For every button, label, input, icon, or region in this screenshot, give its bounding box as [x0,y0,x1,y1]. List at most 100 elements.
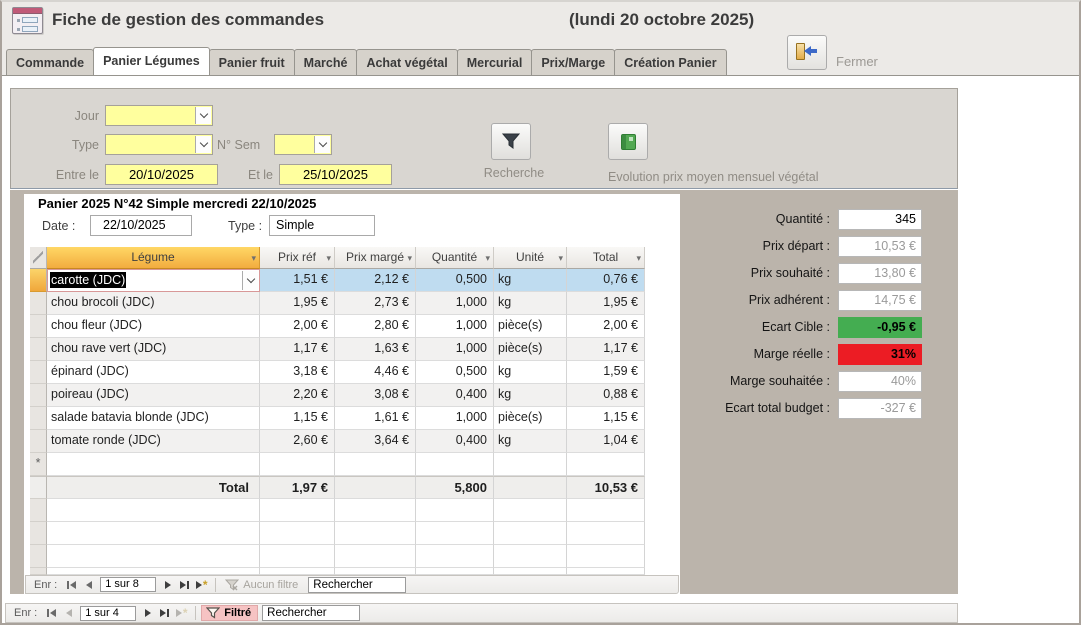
evolution-prix-button[interactable] [608,123,648,160]
date-field[interactable]: 22/10/2025 [90,215,192,236]
cell-legume[interactable]: tomate ronde (JDC) [47,430,260,453]
recherche-button[interactable] [491,123,531,160]
form-search-input[interactable]: Rechercher [262,605,360,621]
cell-prix-ref[interactable]: 2,00 € [260,315,335,338]
num-semaine-combobox[interactable] [274,134,332,155]
row-selector[interactable] [30,407,47,430]
datasheet-corner-cell[interactable] [30,247,47,269]
cell-prix-marge[interactable]: 2,12 € [335,269,416,292]
row-selector[interactable] [30,338,47,361]
tab-panier-legumes[interactable]: Panier Légumes [93,47,210,76]
record-position[interactable]: 1 sur 4 [80,606,136,621]
cell-legume[interactable]: chou fleur (JDC) [47,315,260,338]
cell-quantite[interactable]: 1,000 [416,407,494,430]
table-row-selected[interactable]: carotte (JDC) 1,51 € 2,12 € 0,500 kg 0,7… [30,269,646,292]
sort-arrow-icon[interactable]: ▾ [251,248,256,268]
column-header-prix-marge[interactable]: Prix margé▾ [335,247,416,269]
cell-prix-ref[interactable]: 2,20 € [260,384,335,407]
sort-arrow-icon[interactable]: ▾ [485,248,490,268]
sort-arrow-icon[interactable]: ▾ [326,248,331,268]
tab-panier-fruit[interactable]: Panier fruit [209,49,295,76]
cell-prix-marge[interactable]: 2,80 € [335,315,416,338]
cell-unite[interactable]: kg [494,430,567,453]
cell-prix-marge[interactable]: 1,61 € [335,407,416,430]
table-row[interactable]: chou fleur (JDC) 2,00 € 2,80 € 1,000 piè… [30,315,646,338]
cell-unite[interactable]: kg [494,269,567,292]
chevron-down-icon[interactable] [195,107,211,124]
row-selector[interactable] [30,361,47,384]
cell-quantite[interactable]: 1,000 [416,315,494,338]
row-selector[interactable] [30,315,47,338]
cell-legume[interactable]: chou rave vert (JDC) [47,338,260,361]
tab-marche[interactable]: Marché [294,49,358,76]
row-selector[interactable] [30,430,47,453]
cell-unite[interactable]: kg [494,361,567,384]
cell-prix-ref[interactable]: 3,18 € [260,361,335,384]
subform-search-input[interactable]: Rechercher [308,577,406,593]
cell-prix-ref[interactable]: 1,17 € [260,338,335,361]
next-record-button[interactable] [159,578,176,592]
filtered-toggle[interactable]: Filtré [201,605,258,621]
cell-quantite[interactable]: 0,500 [416,361,494,384]
cell-unite[interactable]: pièce(s) [494,407,567,430]
cell-legume-editing[interactable]: carotte (JDC) [47,269,260,292]
cell-total[interactable]: 1,04 € [567,430,645,453]
cell-prix-ref[interactable]: 2,60 € [260,430,335,453]
first-record-button[interactable] [63,578,80,592]
table-row[interactable]: salade batavia blonde (JDC) 1,15 € 1,61 … [30,407,646,430]
new-record-button[interactable]: * [193,578,210,592]
cell-quantite[interactable]: 0,400 [416,430,494,453]
cell-quantite[interactable]: 1,000 [416,338,494,361]
column-header-unite[interactable]: Unité▾ [494,247,567,269]
date-debut-field[interactable]: 20/10/2025 [105,164,218,185]
cell-prix-marge[interactable]: 3,64 € [335,430,416,453]
new-record-row[interactable]: * [30,453,646,476]
quantite-field[interactable]: 345 [838,209,922,230]
table-row[interactable]: tomate ronde (JDC) 2,60 € 3,64 € 0,400 k… [30,430,646,453]
next-record-button[interactable] [139,606,156,620]
row-selector[interactable] [30,292,47,315]
column-header-prix-ref[interactable]: Prix réf▾ [260,247,335,269]
cell-prix-marge[interactable]: 2,73 € [335,292,416,315]
table-row[interactable]: chou rave vert (JDC) 1,17 € 1,63 € 1,000… [30,338,646,361]
chevron-down-icon[interactable] [242,271,258,290]
previous-record-button[interactable] [60,606,77,620]
type-panier-field[interactable]: Simple [269,215,375,236]
cell-prix-ref[interactable]: 1,95 € [260,292,335,315]
jour-combobox[interactable] [105,105,213,126]
cell-unite[interactable]: kg [494,292,567,315]
type-combobox[interactable] [105,134,213,155]
column-header-legume[interactable]: Légume▾ [47,247,260,269]
sort-arrow-icon[interactable]: ▾ [558,248,563,268]
tab-achat-vegetal[interactable]: Achat végétal [356,49,457,76]
chevron-down-icon[interactable] [195,136,211,153]
previous-record-button[interactable] [80,578,97,592]
cell-quantite[interactable]: 1,000 [416,292,494,315]
cell-legume[interactable]: chou brocoli (JDC) [47,292,260,315]
last-record-button[interactable] [176,578,193,592]
table-row[interactable]: chou brocoli (JDC) 1,95 € 2,73 € 1,000 k… [30,292,646,315]
tab-creation-panier[interactable]: Création Panier [614,49,726,76]
new-record-button[interactable]: * [173,606,190,620]
row-selector-current[interactable] [30,269,47,292]
new-record-selector[interactable]: * [30,453,47,476]
date-fin-field[interactable]: 25/10/2025 [279,164,392,185]
cell-legume[interactable]: épinard (JDC) [47,361,260,384]
cell-prix-marge[interactable]: 3,08 € [335,384,416,407]
cell-quantite[interactable]: 0,500 [416,269,494,292]
record-position[interactable]: 1 sur 8 [100,577,156,592]
tab-mercurial[interactable]: Mercurial [457,49,533,76]
cell-unite[interactable]: kg [494,384,567,407]
cell-legume[interactable]: poireau (JDC) [47,384,260,407]
table-row[interactable]: poireau (JDC) 2,20 € 3,08 € 0,400 kg 0,8… [30,384,646,407]
cell-prix-marge[interactable]: 4,46 € [335,361,416,384]
chevron-down-icon[interactable] [314,136,330,153]
cell-quantite[interactable]: 0,400 [416,384,494,407]
cell-unite[interactable]: pièce(s) [494,338,567,361]
sort-arrow-icon[interactable]: ▾ [407,248,412,268]
tab-commande[interactable]: Commande [6,49,94,76]
last-record-button[interactable] [156,606,173,620]
close-form-button[interactable] [787,35,827,70]
cell-prix-ref[interactable]: 1,15 € [260,407,335,430]
table-row[interactable]: épinard (JDC) 3,18 € 4,46 € 0,500 kg 1,5… [30,361,646,384]
